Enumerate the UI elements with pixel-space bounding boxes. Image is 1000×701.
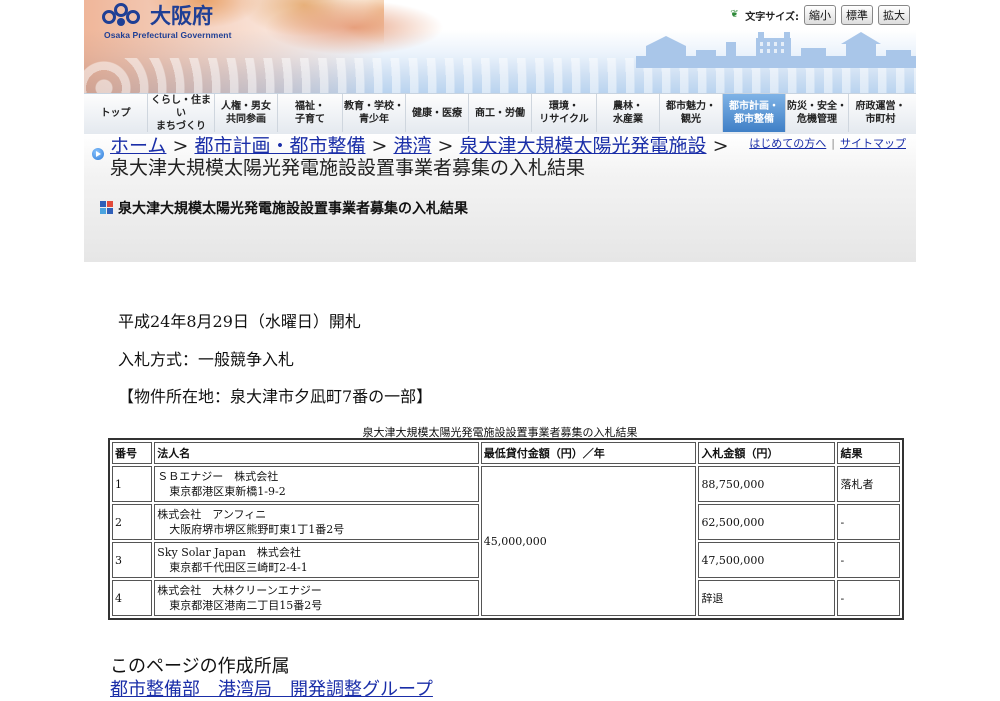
nav-item-top[interactable]: トップ [84,94,148,132]
text-size-large-button[interactable]: 拡大 [878,5,910,25]
beginner-guide-link[interactable]: はじめての方へ [749,137,826,150]
breadcrumb-separator: > [172,135,189,157]
company-cell: Sky Solar Japan 株式会社 東京都千代田区三崎町2-4-1 [154,542,479,578]
nav-item-tourism[interactable]: 都市魅力・ 観光 [660,94,723,132]
page-owner: 都市整備部 港湾局 開発調整グループ [110,675,433,701]
bid-result: - [837,580,900,616]
company-name: 株式会社 大林クリーンエナジー [157,584,322,597]
nav-item-health[interactable]: 健康・医療 [406,94,469,132]
column-header: 入札金額（円） [698,442,836,464]
table-row: 1 ＳＢエナジー 株式会社 東京都港区東新橋1-9-2 45,000,000 8… [112,466,900,616]
nav-item-commerce[interactable]: 商工・労働 [469,94,532,132]
property-location: 【物件所在地：泉大津市夕凪町7番の一部】 [118,387,433,406]
bid-method: 入札方式：一般競争入札 [118,350,295,369]
nav-item-urban-planning[interactable]: 都市計画・ 都市整備 [723,94,786,132]
osaka-skyline-illustration [636,32,916,68]
nav-item-disaster[interactable]: 防災・安全・ 危機管理 [786,94,849,132]
breadcrumb-urban-planning[interactable]: 都市計画・都市整備 [194,135,365,157]
text-size-small-button[interactable]: 縮小 [804,5,836,25]
bid-amount: 47,500,000 [698,542,836,578]
row-number: 3 [112,542,153,578]
column-header: 最低貸付金額（円）／年 [480,442,697,464]
bid-result: 落札者 [837,466,900,502]
company-cell: 株式会社 アンフィニ 大阪府堺市堺区熊野町東1丁1番2号 [154,504,479,540]
nav-item-government[interactable]: 府政運営・ 市町村 [849,94,912,132]
company-name: Sky Solar Japan 株式会社 [157,546,301,559]
page: 大阪府 Osaka Prefectural Government ❦ 文字サイズ… [84,0,916,700]
help-links: はじめての方へ | サイトマップ [749,135,906,151]
logo-japanese: 大阪府 [150,4,213,28]
column-header: 法人名 [154,442,479,464]
bid-result: - [837,542,900,578]
bid-amount: 辞退 [698,580,836,616]
text-size-control: ❦ 文字サイズ: 縮小 標準 拡大 [730,5,910,25]
nav-item-human-rights[interactable]: 人権・男女 共同参画 [215,94,278,132]
nav-item-welfare[interactable]: 福祉・ 子育て [278,94,343,132]
help-links-divider: | [831,137,835,150]
breadcrumb-separator: > [712,135,729,157]
department-link[interactable]: 都市整備部 港湾局 開発調整グループ [110,679,433,700]
nav-item-environment[interactable]: 環境・ リサイクル [532,94,597,132]
breadcrumb-area: ホーム > 都市計画・都市整備 > 港湾 > 泉大津大規模太陽光発電施設 > 泉… [84,134,916,262]
column-header: 番号 [112,442,153,464]
company-name: 株式会社 アンフィニ [157,508,267,521]
breadcrumb: ホーム > 都市計画・都市整備 > 港湾 > 泉大津大規模太陽光発電施設 > 泉… [110,135,730,179]
company-address: 東京都港区東新橋1-9-2 [169,485,286,498]
page-title-text: 泉大津大規模太陽光発電施設設置事業者募集の入札結果 [118,201,468,217]
sitemap-link[interactable]: サイトマップ [840,137,906,150]
osaka-logo-icon [102,3,140,26]
company-name: ＳＢエナジー 株式会社 [157,470,279,483]
company-cell: ＳＢエナジー 株式会社 東京都港区東新橋1-9-2 [154,466,479,502]
header-autumn-image-2 [264,0,444,55]
logo-english: Osaka Prefectural Government [104,30,232,40]
company-address: 大阪府堺市堺区熊野町東1丁1番2号 [169,523,345,536]
nav-item-living[interactable]: くらし・住まい まちづくり [148,94,215,132]
site-header: 大阪府 Osaka Prefectural Government ❦ 文字サイズ… [84,0,916,93]
global-nav: トップ くらし・住まい まちづくり 人権・男女 共同参画 福祉・ 子育て 教育・… [84,93,916,135]
breadcrumb-separator: > [371,135,388,157]
company-cell: 株式会社 大林クリーンエナジー 東京都港区港南二丁目15番2号 [154,580,479,616]
column-header: 結果 [837,442,900,464]
company-address: 東京都港区港南二丁目15番2号 [169,599,323,612]
page-title: 泉大津大規模太陽光発電施設設置事業者募集の入札結果 [100,198,468,218]
bid-amount: 62,500,000 [698,504,836,540]
row-number: 1 [112,466,153,502]
breadcrumb-solar-facility[interactable]: 泉大津大規模太陽光発電施設 [460,135,707,157]
bid-result: - [837,504,900,540]
title-squares-icon [100,201,114,215]
breadcrumb-separator: > [437,135,454,157]
bid-amount: 88,750,000 [698,466,836,502]
text-size-standard-button[interactable]: 標準 [841,5,873,25]
nav-item-education[interactable]: 教育・学校・ 青少年 [343,94,406,132]
opening-date: 平成24年8月29日（水曜日）開札 [118,312,361,331]
bid-results-table: 番号 法人名 最低貸付金額（円）／年 入札金額（円） 結果 1 ＳＢエナジー 株… [108,438,904,620]
breadcrumb-port[interactable]: 港湾 [393,135,431,157]
leaf-icon: ❦ [730,9,739,20]
company-address: 東京都千代田区三崎町2-4-1 [169,561,308,574]
row-number: 4 [112,580,153,616]
breadcrumb-arrow-icon [92,148,104,160]
text-size-label: 文字サイズ: [745,11,799,23]
minimum-amount: 45,000,000 [480,466,697,616]
breadcrumb-home[interactable]: ホーム [110,135,166,157]
row-number: 2 [112,504,153,540]
table-header-row: 番号 法人名 最低貸付金額（円）／年 入札金額（円） 結果 [112,442,900,464]
breadcrumb-current: 泉大津大規模太陽光発電施設設置事業者募集の入札結果 [110,157,586,179]
nav-item-agriculture[interactable]: 農林・ 水産業 [597,94,660,132]
